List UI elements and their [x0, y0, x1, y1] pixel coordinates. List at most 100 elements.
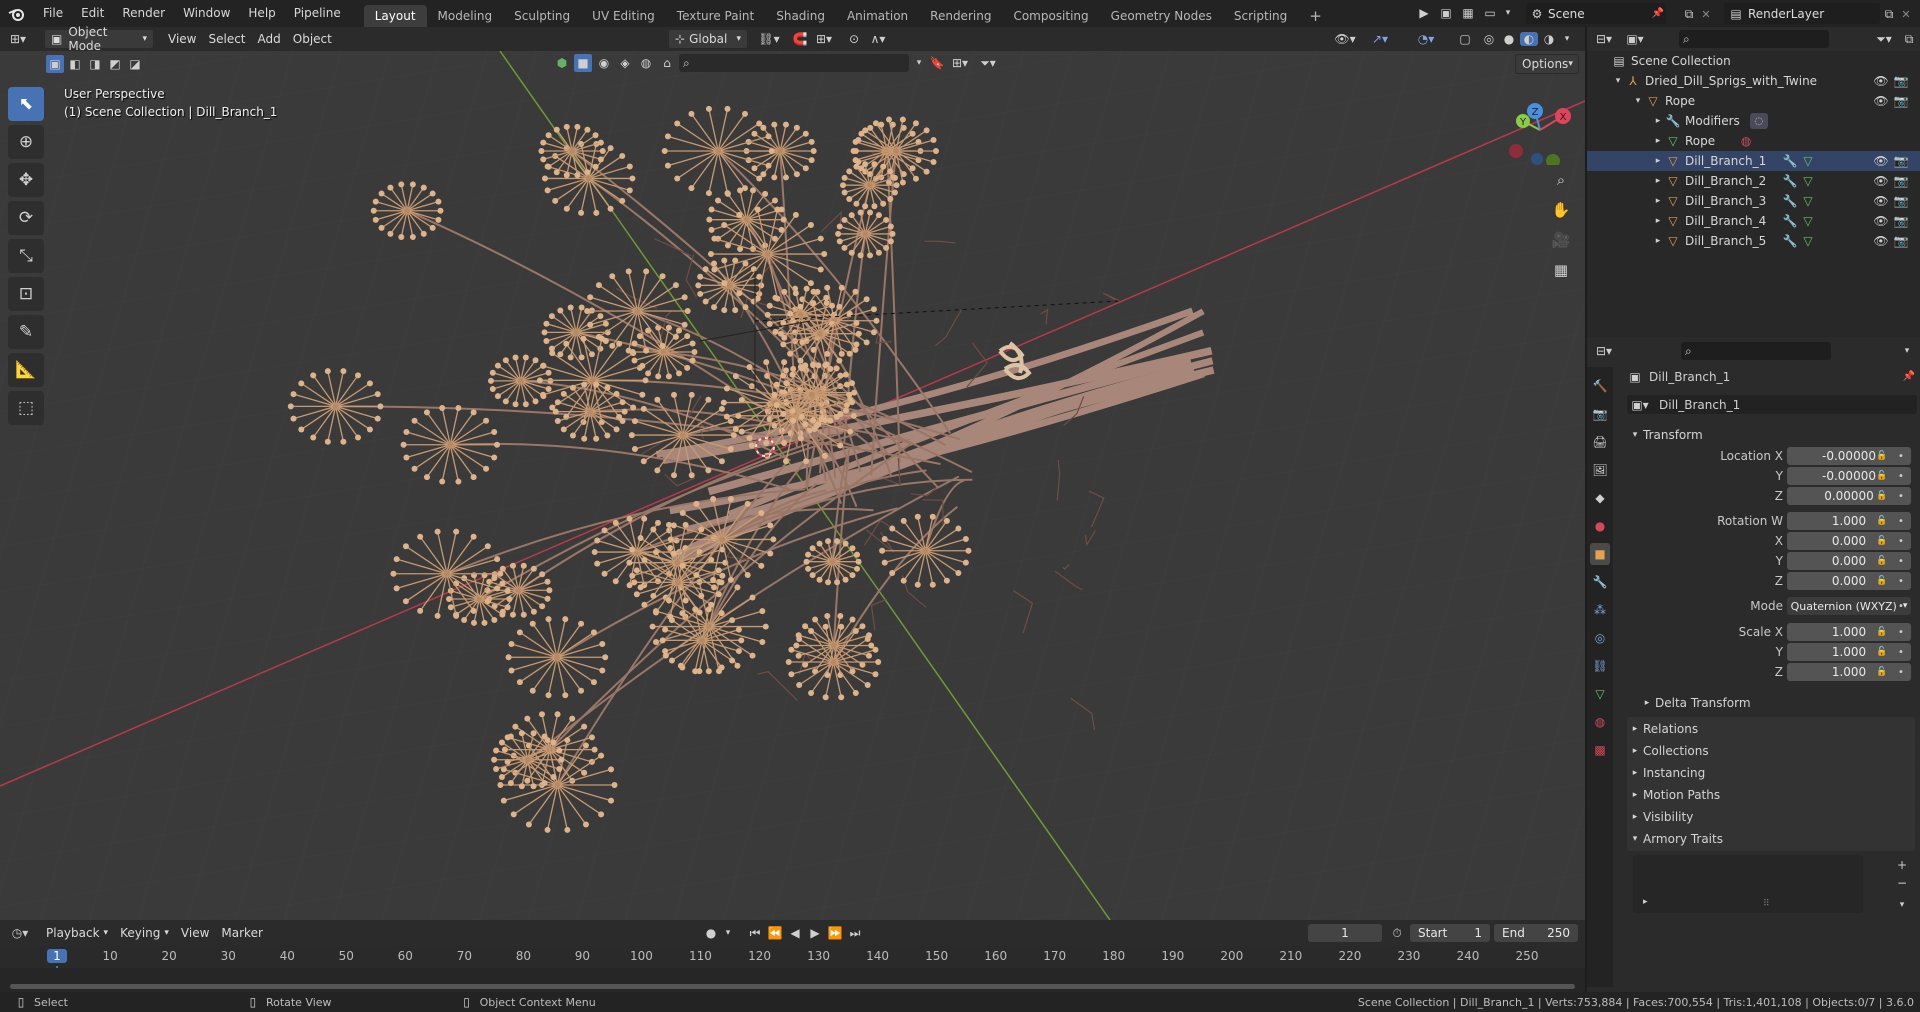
solid-shading-icon[interactable]: ●: [1500, 32, 1518, 46]
tab-animation[interactable]: Animation: [836, 5, 919, 27]
panel-motion-paths[interactable]: ▸ Motion Paths: [1627, 783, 1915, 807]
output-tab-icon[interactable]: 🖨: [1590, 431, 1610, 453]
location-x-field[interactable]: -0.00000: [1787, 447, 1911, 465]
tab-uv-editing[interactable]: UV Editing: [581, 5, 666, 27]
panel-visibility[interactable]: ▸ Visibility: [1627, 805, 1915, 829]
lock-icon[interactable]: 🔓: [1875, 574, 1889, 588]
scale-z-field[interactable]: 1.000: [1787, 663, 1911, 681]
outliner-row-modifiers[interactable]: ▸ 🔧 Modifiers ◌: [1587, 111, 1920, 131]
material-filter-icon[interactable]: ◉: [595, 54, 613, 72]
options-button[interactable]: Options ▾: [1515, 54, 1579, 74]
mode-selector[interactable]: ▣ Object Mode ▾: [44, 25, 154, 53]
jump-prev-key-icon[interactable]: ⏪: [766, 926, 784, 940]
rotation-y-field[interactable]: 0.000: [1787, 552, 1911, 570]
timeline-view-menu[interactable]: View: [175, 923, 215, 943]
camera-view-icon[interactable]: 🎥: [1549, 228, 1573, 252]
new-scene-icon[interactable]: ⧉: [1680, 4, 1698, 24]
timeline-editor-icon[interactable]: ◷▾: [0, 926, 40, 940]
eye-icon[interactable]: 👁: [1873, 234, 1889, 248]
select-subtract-icon[interactable]: ◨: [86, 55, 104, 73]
play-render-icon[interactable]: ▶: [1415, 3, 1433, 23]
new-collection-icon[interactable]: ⧉: [1898, 32, 1920, 47]
eye-icon[interactable]: 👁: [1873, 154, 1889, 168]
chevron-right-icon[interactable]: ▸: [1651, 196, 1665, 206]
pan-hand-icon[interactable]: ✋: [1549, 198, 1573, 222]
menu-view[interactable]: View: [162, 29, 202, 49]
display-mode-icon[interactable]: ▣▾: [1621, 32, 1649, 46]
rotation-mode-select[interactable]: Quaternion (WXYZ) ▾: [1787, 597, 1911, 615]
object-datablock-field[interactable]: ▣▾ Dill_Branch_1: [1627, 395, 1917, 414]
tab-layout[interactable]: Layout: [363, 5, 427, 27]
camera-filter-icon[interactable]: ⌂: [658, 54, 676, 72]
end-frame-field[interactable]: End 250: [1494, 924, 1578, 942]
chevron-right-icon[interactable]: ▸: [1651, 216, 1665, 226]
particles-tab-icon[interactable]: ⁂: [1590, 599, 1610, 621]
mesh-filter-icon[interactable]: ⬢: [553, 54, 571, 72]
chevron-down-icon[interactable]: ▾: [1611, 76, 1625, 86]
select-new-icon[interactable]: ▣: [46, 55, 64, 73]
menu-object[interactable]: Object: [287, 29, 338, 49]
camera-icon[interactable]: 📷: [1893, 94, 1909, 108]
falloff-icon[interactable]: ∧▾: [866, 32, 890, 46]
physics-tab-icon[interactable]: ◎: [1590, 627, 1610, 649]
eye-icon[interactable]: 👁: [1873, 214, 1889, 228]
tab-texture-paint[interactable]: Texture Paint: [666, 5, 765, 27]
lock-icon[interactable]: 🔓: [1875, 645, 1889, 659]
rotate-icon[interactable]: ⟳: [8, 201, 44, 235]
chevron-down-icon[interactable]: ▾: [912, 58, 926, 68]
keyframe-dot-icon[interactable]: •: [1895, 469, 1907, 483]
keyframe-dot-icon[interactable]: •: [1895, 449, 1907, 463]
tab-rendering[interactable]: Rendering: [919, 5, 1002, 27]
gizmo-toggle-icon[interactable]: ↗▾: [1364, 32, 1396, 46]
snap-target-icon[interactable]: ⊞▾: [812, 32, 836, 46]
transform-orientation-selector[interactable]: ⊹ Global ▾: [668, 29, 748, 49]
lock-icon[interactable]: 🔓: [1875, 449, 1889, 463]
chevron-right-icon[interactable]: ▸: [1651, 116, 1665, 126]
menu-add[interactable]: Add: [252, 29, 287, 49]
chevron-down-icon[interactable]: ▾: [722, 928, 734, 938]
3d-viewport[interactable]: ▣ ◧ ◨ ◩ ◪ ⬢ ■ ◉ ◈ ◍ ⌂ ⌕ ▾ 🔖 ⊞▾ ⏷▾ Option…: [0, 51, 1585, 920]
lock-icon[interactable]: 🔓: [1875, 554, 1889, 568]
render-tab-icon[interactable]: 📷: [1590, 403, 1610, 425]
editor-type-icon[interactable]: ⊞▾: [0, 29, 36, 49]
clock-icon[interactable]: ⏱: [1388, 926, 1406, 941]
chevron-right-icon[interactable]: ▸: [1643, 897, 1648, 907]
lock-icon[interactable]: 🔓: [1875, 489, 1889, 503]
modifier-tab-icon[interactable]: 🔧: [1590, 571, 1610, 593]
armory-traits-header[interactable]: ▾ Armory Traits: [1627, 827, 1915, 851]
play-icon[interactable]: ▶: [806, 926, 824, 940]
ortho-grid-icon[interactable]: ▦: [1549, 258, 1573, 282]
measure-icon[interactable]: 📐: [8, 353, 44, 387]
menu-edit[interactable]: Edit: [72, 0, 113, 27]
menu-pipeline[interactable]: Pipeline: [285, 0, 350, 27]
camera-icon[interactable]: 📷: [1893, 154, 1909, 168]
outliner-search-input[interactable]: ⌕: [1679, 30, 1829, 48]
tool-tab-icon[interactable]: 🔨: [1590, 375, 1610, 397]
transform-icon[interactable]: ⊡: [8, 277, 44, 311]
visibility-icon[interactable]: 👁▾: [1330, 32, 1360, 46]
pin-icon[interactable]: 📌: [1901, 371, 1917, 382]
add-trait-icon[interactable]: +: [1894, 857, 1910, 873]
camera-icon[interactable]: 📷: [1893, 174, 1909, 188]
select-box-icon[interactable]: ⬉: [8, 87, 44, 121]
outliner-row-collection[interactable]: ▾ ⅄ Dried_Dill_Sprigs_with_Twine 👁 📷: [1587, 71, 1920, 91]
tab-shading[interactable]: Shading: [765, 5, 836, 27]
add-workspace-button[interactable]: +: [1298, 5, 1333, 27]
menu-window[interactable]: Window: [174, 0, 239, 27]
chevron-right-icon[interactable]: ▸: [1651, 236, 1665, 246]
outliner-editor-icon[interactable]: ⊟▾: [1587, 32, 1621, 46]
delta-transform-header[interactable]: ▸ Delta Transform: [1639, 691, 1915, 715]
location-y-field[interactable]: -0.00000: [1787, 467, 1911, 485]
properties-search-input[interactable]: ⌕: [1681, 342, 1831, 360]
overlay-toggle-icon[interactable]: ◔▾: [1410, 32, 1442, 46]
add-cube-icon[interactable]: ⬚: [8, 391, 44, 425]
transform-panel-header[interactable]: ▾ Transform: [1627, 423, 1915, 447]
tab-sculpting[interactable]: Sculpting: [503, 5, 581, 27]
select-intersect-icon[interactable]: ◪: [126, 55, 144, 73]
jump-next-key-icon[interactable]: ⏩: [826, 926, 844, 940]
camera-icon[interactable]: 📷: [1893, 194, 1909, 208]
eye-icon[interactable]: 👁: [1873, 174, 1889, 188]
camera-icon[interactable]: 📷: [1893, 214, 1909, 228]
record-icon[interactable]: ●: [702, 926, 720, 940]
lock-icon[interactable]: 🔓: [1875, 534, 1889, 548]
